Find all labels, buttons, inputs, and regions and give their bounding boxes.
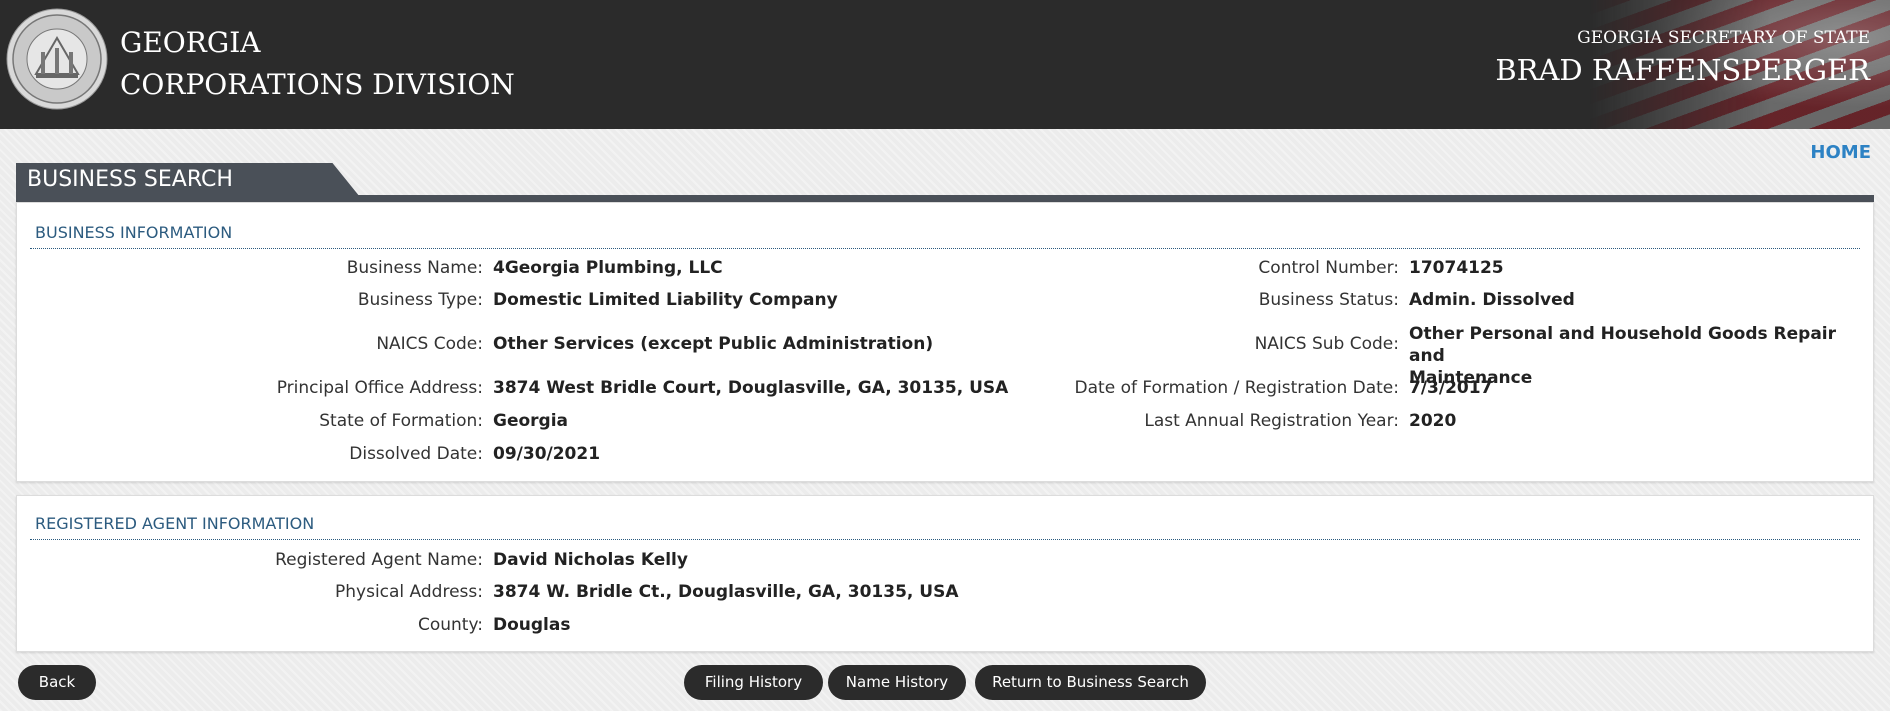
business-status-value: Admin. Dissolved — [1409, 290, 1575, 310]
tab-label: BUSINESS SEARCH — [27, 167, 233, 192]
home-link[interactable]: HOME — [1810, 142, 1871, 163]
brand-line-georgia: GEORGIA — [120, 26, 261, 59]
brand-line-division: CORPORATIONS DIVISION — [120, 68, 515, 101]
formation-date-value: 7/3/2017 — [1409, 378, 1493, 398]
county-label: County: — [417, 615, 483, 635]
last-annual-registration-label: Last Annual Registration Year: — [1144, 411, 1399, 431]
last-annual-registration-value: 2020 — [1409, 411, 1457, 431]
business-information-title: BUSINESS INFORMATION — [30, 223, 1860, 249]
agent-name-value: David Nicholas Kelly — [493, 550, 688, 570]
name-history-button[interactable]: Name History — [828, 665, 966, 700]
office-holder: BRAD RAFFENSPERGER — [1495, 53, 1870, 87]
county-value: Douglas — [493, 615, 571, 635]
naics-sub-code-label: NAICS Sub Code: — [1254, 334, 1399, 354]
dissolved-date-value: 09/30/2021 — [493, 444, 601, 464]
dissolved-date-label: Dissolved Date: — [349, 444, 483, 464]
site-header: GEORGIA CORPORATIONS DIVISION GEORGIA SE… — [0, 0, 1890, 129]
registered-agent-panel: REGISTERED AGENT INFORMATION Registered … — [16, 495, 1874, 652]
control-number-value: 17074125 — [1409, 258, 1504, 278]
physical-address-label: Physical Address: — [335, 582, 483, 602]
brand: GEORGIA CORPORATIONS DIVISION — [120, 22, 515, 106]
tab-bar — [16, 195, 1874, 202]
filing-history-button[interactable]: Filing History — [684, 665, 823, 700]
back-button[interactable]: Back — [18, 665, 96, 700]
registered-agent-title: REGISTERED AGENT INFORMATION — [30, 514, 1860, 540]
secretary-of-state: GEORGIA SECRETARY OF STATE BRAD RAFFENSP… — [1495, 26, 1870, 90]
office-title: GEORGIA SECRETARY OF STATE — [1577, 28, 1870, 48]
business-type-label: Business Type: — [357, 290, 483, 310]
physical-address-value: 3874 W. Bridle Ct., Douglasville, GA, 30… — [493, 582, 959, 602]
state-of-formation-label: State of Formation: — [319, 411, 483, 431]
naics-code-label: NAICS Code: — [376, 334, 483, 354]
agent-name-label: Registered Agent Name: — [275, 550, 483, 570]
business-search-tab: BUSINESS SEARCH — [16, 163, 360, 197]
formation-date-label: Date of Formation / Registration Date: — [1074, 378, 1399, 398]
business-status-label: Business Status: — [1258, 290, 1399, 310]
return-to-business-search-button[interactable]: Return to Business Search — [975, 665, 1206, 700]
control-number-label: Control Number: — [1258, 258, 1399, 278]
naics-sub-code-line1: Other Personal and Household Goods Repai… — [1409, 324, 1837, 366]
principal-address-label: Principal Office Address: — [276, 378, 483, 398]
georgia-seal-icon — [6, 8, 108, 110]
business-information-panel: BUSINESS INFORMATION Business Name: 4Geo… — [16, 202, 1874, 482]
business-name-label: Business Name: — [346, 258, 483, 278]
